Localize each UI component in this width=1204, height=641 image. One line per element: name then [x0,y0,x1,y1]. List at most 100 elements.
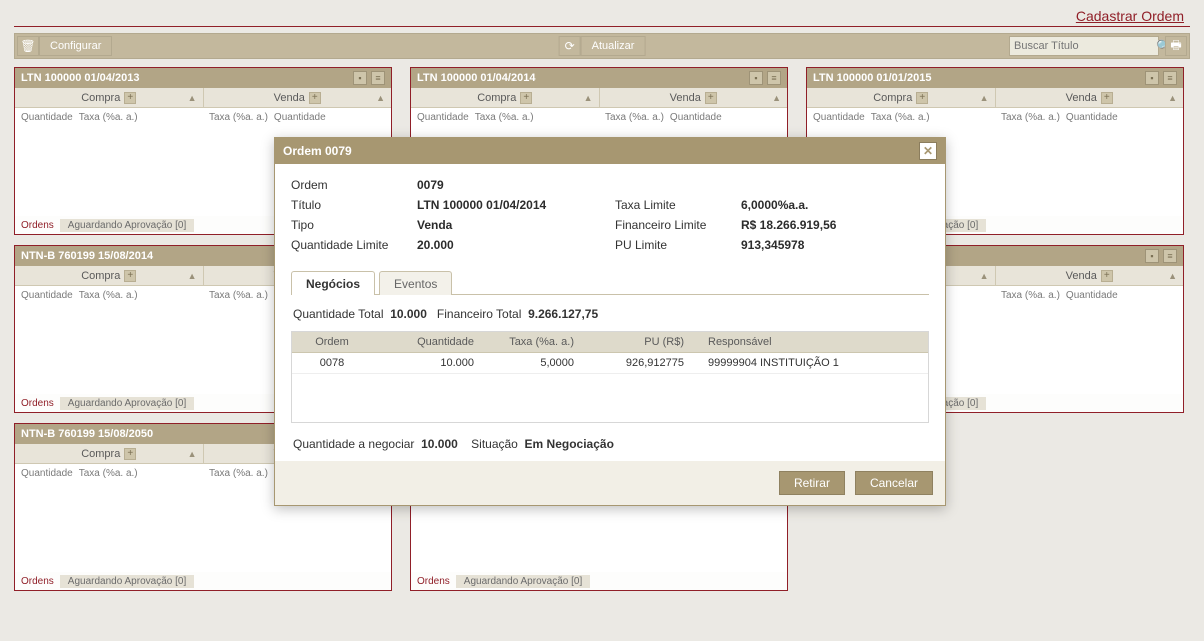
k-pu-lim: PU Limite [615,238,733,252]
plus-icon[interactable]: + [916,92,928,104]
v-fin-lim: R$ 18.266.919,56 [741,218,929,232]
panel-menu-icon[interactable]: ≡ [1163,249,1177,263]
ordens-label: Ordens [15,398,60,409]
status-badge[interactable]: Aguardando Aprovação [0] [60,575,194,588]
col-taxa: Taxa (%a. a.) [1001,290,1060,301]
ordens-label: Ordens [411,576,456,587]
v-taxa-lim: 6,0000%a.a. [741,198,929,212]
col-taxa: Taxa (%a. a.) [475,112,534,123]
compra-header[interactable]: Compra+▲ [15,88,204,107]
panel-menu-icon[interactable]: ≡ [371,71,385,85]
chevron-up-icon[interactable]: ▲ [980,271,989,281]
order-modal: Ordem 0079 ✕ Ordem 0079 Título LTN 10000… [274,137,946,506]
chevron-up-icon[interactable]: ▲ [188,93,197,103]
search-input-container[interactable]: 🔍 [1009,36,1159,56]
k-taxa-lim: Taxa Limite [615,198,733,212]
col-quantidade: Quantidade [1066,290,1118,301]
col-quantidade: Quantidade [1066,112,1118,123]
col-taxa: Taxa (%a. a.) [209,290,268,301]
col-quantidade: Quantidade [274,112,326,123]
v-qtd-lim: 20.000 [417,238,607,252]
chevron-up-icon[interactable]: ▲ [1168,271,1177,281]
col-taxa: Taxa (%a. a.) [1001,112,1060,123]
situacao-val: Em Negociação [525,437,614,451]
th-quantidade: Quantidade [372,332,482,352]
chevron-up-icon[interactable]: ▲ [980,93,989,103]
venda-header[interactable]: Venda+▲ [996,266,1184,285]
tab-eventos[interactable]: Eventos [379,271,452,295]
plus-icon[interactable]: + [1101,92,1113,104]
th-responsavel: Responsável [692,332,928,352]
col-taxa: Taxa (%a. a.) [605,112,664,123]
col-taxa: Taxa (%a. a.) [79,290,138,301]
v-pu-lim: 913,345978 [741,238,929,252]
venda-header[interactable]: Venda+▲ [600,88,788,107]
ordens-label: Ordens [15,220,60,231]
th-pu: PU (R$) [582,332,692,352]
refresh-icon[interactable]: ⟳ [559,36,581,56]
status-badge[interactable]: Aguardando Aprovação [0] [60,219,194,232]
plus-icon[interactable]: + [124,270,136,282]
plus-icon[interactable]: + [124,92,136,104]
cell-pu: 926,912775 [582,353,692,373]
v-tipo: Venda [417,218,607,232]
table-row[interactable]: 0078 10.000 5,0000 926,912775 99999904 I… [292,353,928,374]
cell-taxa: 5,0000 [482,353,582,373]
summary-fin-label: Financeiro Total [437,307,522,321]
status-badge[interactable]: Aguardando Aprovação [0] [60,397,194,410]
cell-ordem: 0078 [292,353,372,373]
chevron-up-icon[interactable]: ▲ [188,271,197,281]
chevron-up-icon[interactable]: ▲ [584,93,593,103]
plus-icon[interactable]: + [705,92,717,104]
plus-icon[interactable]: + [309,92,321,104]
col-taxa: Taxa (%a. a.) [871,112,930,123]
venda-header[interactable]: Venda+▲ [204,88,392,107]
col-quantidade: Quantidade [417,112,469,123]
close-icon[interactable]: ✕ [919,142,937,160]
ordens-label: Ordens [15,576,60,587]
panel-minimize-icon[interactable]: ▪ [749,71,763,85]
chevron-up-icon[interactable]: ▲ [772,93,781,103]
status-badge[interactable]: Aguardando Aprovação [0] [456,575,590,588]
compra-header[interactable]: Compra+▲ [411,88,600,107]
chevron-up-icon[interactable]: ▲ [188,449,197,459]
v-titulo: LTN 100000 01/04/2014 [417,198,607,212]
refresh-button[interactable]: Atualizar [581,36,646,56]
panel-minimize-icon[interactable]: ▪ [353,71,367,85]
search-input[interactable] [1014,40,1156,52]
plus-icon[interactable]: + [1101,270,1113,282]
negocios-table: Ordem Quantidade Taxa (%a. a.) PU (R$) R… [291,331,929,423]
retirar-button[interactable]: Retirar [779,471,845,495]
panel-minimize-icon[interactable]: ▪ [1145,249,1159,263]
panel-menu-icon[interactable]: ≡ [767,71,781,85]
summary-qt-label: Quantidade Total [293,307,384,321]
venda-header[interactable]: Venda+▲ [996,88,1184,107]
col-quantidade: Quantidade [21,290,73,301]
configure-button[interactable]: Configurar [39,36,112,56]
compra-header[interactable]: Compra+▲ [15,444,204,463]
chevron-up-icon[interactable]: ▲ [376,93,385,103]
negociar-val: 10.000 [421,437,458,451]
k-tipo: Tipo [291,218,409,232]
compra-header[interactable]: Compra+▲ [15,266,204,285]
chevron-up-icon[interactable]: ▲ [1168,93,1177,103]
register-order-link[interactable]: Cadastrar Ordem [1076,8,1184,24]
col-taxa: Taxa (%a. a.) [209,468,268,479]
trash-icon[interactable]: 🗑 [17,36,39,56]
k-qtd-lim: Quantidade Limite [291,238,409,252]
plus-icon[interactable]: + [124,448,136,460]
cell-quantidade: 10.000 [372,353,482,373]
panel-menu-icon[interactable]: ≡ [1163,71,1177,85]
print-icon[interactable]: 🖶 [1165,36,1187,56]
col-taxa: Taxa (%a. a.) [79,112,138,123]
compra-header[interactable]: Compra+▲ [807,88,996,107]
tab-negocios[interactable]: Negócios [291,271,375,295]
col-taxa: Taxa (%a. a.) [79,468,138,479]
col-quantidade: Quantidade [21,112,73,123]
cancelar-button[interactable]: Cancelar [855,471,933,495]
situacao-label: Situação [471,437,518,451]
plus-icon[interactable]: + [520,92,532,104]
panel-minimize-icon[interactable]: ▪ [1145,71,1159,85]
k-ordem: Ordem [291,178,409,192]
th-ordem: Ordem [292,332,372,352]
